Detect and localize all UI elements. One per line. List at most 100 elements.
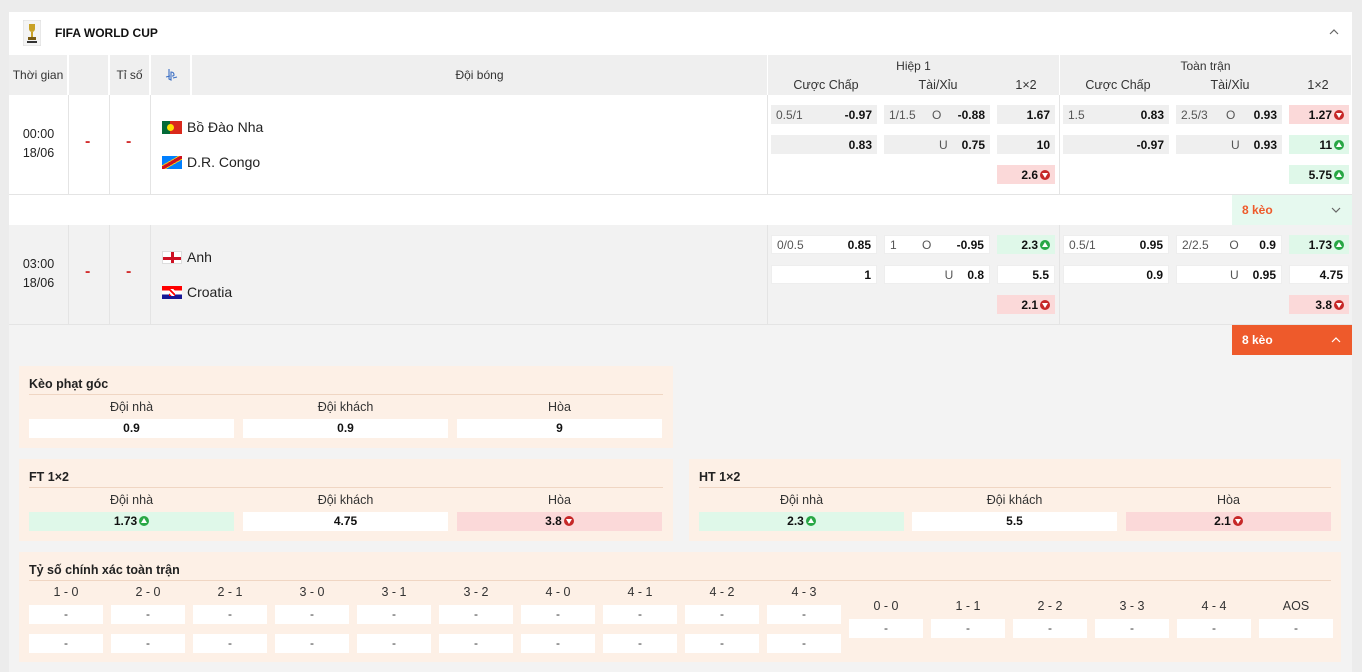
more-markets-button[interactable]: 8 kèo — [1232, 325, 1352, 355]
subheader-ft-overunder: Tài/Xỉu — [1210, 78, 1250, 92]
odds-value: 1.27 — [1308, 107, 1332, 122]
away-score-odds[interactable]: - — [357, 634, 431, 653]
draw-score-odds[interactable]: - — [1177, 619, 1251, 638]
col-header-score-label: Tỉ số — [116, 68, 143, 82]
odds-ft-handicap-away[interactable]: 0.9 — [1063, 265, 1169, 284]
ht-home-odds[interactable]: 2.3 — [699, 512, 904, 531]
market-title: FT 1×2 — [29, 470, 69, 484]
team-away[interactable]: D.R. Congo — [162, 154, 260, 170]
odds-ft-handicap-away[interactable]: -0.97 — [1063, 135, 1169, 154]
more-markets-button[interactable]: 8 kèo — [1232, 195, 1352, 225]
odds-h1-2[interactable]: 10 — [997, 135, 1055, 154]
arrow-down-icon — [1040, 299, 1050, 310]
score-label: 2 - 1 — [217, 585, 243, 599]
away-score-odds[interactable]: - — [521, 634, 595, 653]
draw-score-odds[interactable]: - — [1095, 619, 1169, 638]
league-card: FIFA WORLD CUP Thời gian Tỉ số Đội bóng … — [9, 12, 1352, 672]
away-score-odds[interactable]: - — [603, 634, 677, 653]
odds-value: 0.9 — [1146, 267, 1163, 282]
home-score-odds[interactable]: - — [439, 605, 513, 624]
away-score-odds[interactable]: - — [29, 634, 103, 653]
odds-ft-x[interactable]: 3.8 — [1289, 295, 1349, 314]
home-score-odds[interactable]: - — [767, 605, 841, 624]
odds-h1-over[interactable]: 1/1.5 O -0.88 — [884, 105, 990, 124]
away-score-odds[interactable]: - — [111, 634, 185, 653]
odds-h1-handicap-away[interactable]: 0.83 — [771, 135, 877, 154]
odds-h1-x[interactable]: 2.6 — [997, 165, 1055, 184]
ft-draw-odds[interactable]: 3.8 — [457, 512, 662, 531]
odds-h1-under[interactable]: U 0.8 — [884, 265, 990, 284]
home-score-odds[interactable]: - — [275, 605, 349, 624]
ht-draw-odds[interactable]: 2.1 — [1126, 512, 1331, 531]
score-label: 4 - 1 — [627, 585, 653, 599]
team-home[interactable]: Anh — [162, 249, 212, 265]
odds-ft-1[interactable]: 1.27 — [1289, 105, 1349, 124]
odds-ft-over[interactable]: 2.5/3 O 0.93 — [1176, 105, 1282, 124]
odds-h1-handicap-home[interactable]: 0/0.5 0.85 — [771, 235, 877, 254]
draw-score-label: 4 - 4 — [1201, 599, 1227, 613]
corner-home-odds[interactable]: 0.9 — [29, 419, 234, 438]
corner-away-odds[interactable]: 0.9 — [243, 419, 448, 438]
ft-away-odds[interactable]: 4.75 — [243, 512, 448, 531]
score-away: - — [126, 263, 132, 280]
home-score-odds[interactable]: - — [193, 605, 267, 624]
odds-value: -0.97 — [844, 107, 872, 122]
arrow-up-icon — [1334, 139, 1344, 150]
odds-h1-1[interactable]: 2.3 — [997, 235, 1055, 254]
subheader-h1-overunder: Tài/Xỉu — [918, 78, 958, 92]
ft-home-odds[interactable]: 1.73 — [29, 512, 234, 531]
league-name: FIFA WORLD CUP — [55, 26, 158, 40]
match-row[interactable]: 03:00 18/06 - - Anh Croatia 0/0.5 0.85 1 1… — [9, 225, 1352, 325]
draw-score-odds[interactable]: - — [849, 619, 923, 638]
team-home[interactable]: Bồ Đào Nha — [162, 119, 263, 135]
odds-value: 3.8 — [1315, 297, 1332, 312]
odds-ft-under[interactable]: U 0.93 — [1176, 135, 1282, 154]
odds-h1-2[interactable]: 5.5 — [997, 265, 1055, 284]
odds-h1-x[interactable]: 2.1 — [997, 295, 1055, 314]
draw-score-odds[interactable]: - — [1259, 619, 1333, 638]
team-away-name: D.R. Congo — [187, 154, 261, 170]
draw-score-odds[interactable]: - — [1013, 619, 1087, 638]
home-score-odds[interactable]: - — [29, 605, 103, 624]
odds-h1-1[interactable]: 1.67 — [997, 105, 1055, 124]
home-score-odds[interactable]: - — [685, 605, 759, 624]
odds-h1-over[interactable]: 1 O -0.95 — [884, 235, 990, 254]
score-home: - — [85, 263, 91, 280]
chevron-up-icon[interactable] — [1328, 26, 1340, 38]
odds-value: 2.1 — [1214, 514, 1231, 528]
odds-h1-handicap-away[interactable]: 1 — [771, 265, 877, 284]
odds-h1-under[interactable]: U 0.75 — [884, 135, 990, 154]
away-score-odds[interactable]: - — [439, 634, 513, 653]
home-score-odds[interactable]: - — [603, 605, 677, 624]
subheader-h1-1x2: 1×2 — [1015, 78, 1037, 92]
score-label: 4 - 0 — [545, 585, 571, 599]
chevron-up-icon — [1331, 337, 1341, 343]
odds-ft-2[interactable]: 11 — [1289, 135, 1349, 154]
team-away[interactable]: Croatia — [162, 284, 232, 300]
home-score-odds[interactable]: - — [357, 605, 431, 624]
odds-ft-handicap-home[interactable]: 1.5 0.83 — [1063, 105, 1169, 124]
away-score-odds[interactable]: - — [193, 634, 267, 653]
odds-ft-x[interactable]: 5.75 — [1289, 165, 1349, 184]
ht-away-odds[interactable]: 5.5 — [912, 512, 1117, 531]
away-score-odds[interactable]: - — [275, 634, 349, 653]
draw-score-label: 0 - 0 — [873, 599, 899, 613]
home-score-odds[interactable]: - — [521, 605, 595, 624]
odds-h1-handicap-home[interactable]: 0.5/1 -0.97 — [771, 105, 877, 124]
odds-ft-2[interactable]: 4.75 — [1289, 265, 1349, 284]
odds-ft-1[interactable]: 1.73 — [1289, 235, 1349, 254]
away-score-odds[interactable]: - — [767, 634, 841, 653]
away-score-odds[interactable]: - — [685, 634, 759, 653]
home-score-odds[interactable]: - — [111, 605, 185, 624]
draw-score-odds[interactable]: - — [931, 619, 1005, 638]
match-row[interactable]: 00:00 18/06 - - Bồ Đào Nha D.R. Congo 0.5… — [9, 95, 1352, 195]
league-header[interactable]: FIFA WORLD CUP — [9, 12, 1352, 54]
away-label: Đội khách — [317, 493, 374, 507]
odds-ft-over[interactable]: 2/2.5 O 0.9 — [1176, 235, 1282, 254]
corner-draw-odds[interactable]: 9 — [457, 419, 662, 438]
odds-line: 1.5 — [1068, 107, 1085, 122]
odds-ft-handicap-home[interactable]: 0.5/1 0.95 — [1063, 235, 1169, 254]
odds-ft-under[interactable]: U 0.95 — [1176, 265, 1282, 284]
over-label: O — [1229, 237, 1239, 252]
odds-value: 1.73 — [113, 514, 138, 528]
